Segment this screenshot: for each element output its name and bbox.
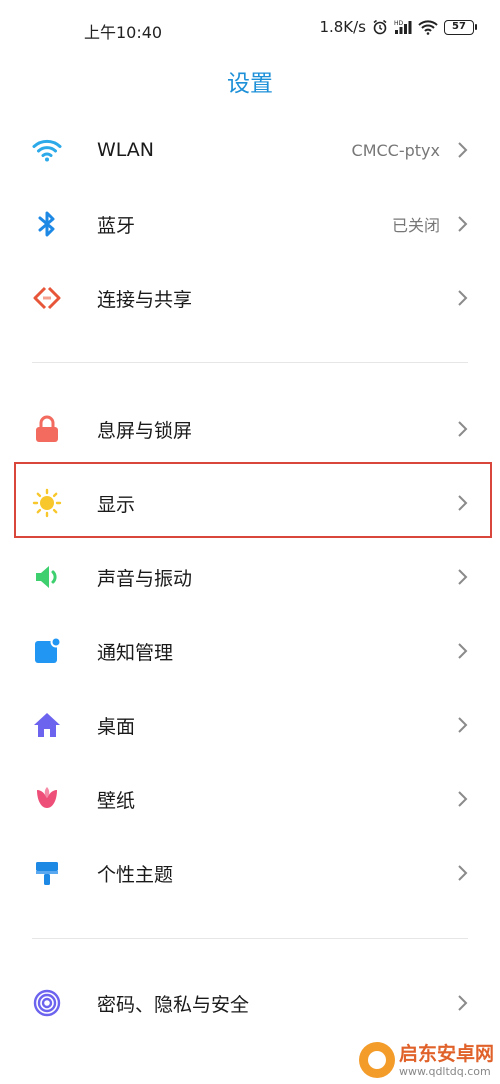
home-icon xyxy=(32,710,62,740)
chevron-right-icon xyxy=(458,791,468,807)
settings-item-value: 已关闭 xyxy=(391,216,440,235)
section-divider xyxy=(32,362,468,363)
settings-item-label: 息屏与锁屏 xyxy=(97,419,193,442)
chevron-right-icon xyxy=(458,995,468,1011)
svg-text:HD: HD xyxy=(394,20,404,27)
chevron-right-icon xyxy=(458,290,468,306)
watermark-logo xyxy=(358,1042,395,1078)
bluetooth-icon xyxy=(32,209,62,239)
settings-item-lock-screen[interactable]: 息屏与锁屏 xyxy=(0,392,500,466)
watermark-title: 启东安卓网 xyxy=(398,1042,494,1065)
settings-item-wlan[interactable]: WLAN CMCC-ptyx xyxy=(0,113,500,187)
settings-item-label: 声音与振动 xyxy=(97,567,193,590)
settings-item-label: 蓝牙 xyxy=(97,214,136,237)
speaker-icon xyxy=(32,562,62,592)
status-time: 上午10:40 xyxy=(84,23,163,42)
settings-item-connection-share[interactable]: 连接与共享 xyxy=(0,261,500,335)
chevron-right-icon xyxy=(458,421,468,437)
chevron-right-icon xyxy=(458,142,468,158)
settings-item-label: 桌面 xyxy=(97,715,136,738)
chevron-right-icon xyxy=(458,569,468,585)
settings-item-label: 密码、隐私与安全 xyxy=(97,993,250,1016)
settings-item-sound[interactable]: 声音与振动 xyxy=(0,540,500,614)
connection-share-icon xyxy=(32,283,62,313)
settings-item-themes[interactable]: 个性主题 xyxy=(0,836,500,910)
settings-item-home-screen[interactable]: 桌面 xyxy=(0,688,500,762)
page-title: 设置 xyxy=(227,71,273,97)
settings-item-label: 连接与共享 xyxy=(97,288,193,311)
battery-icon: 57 xyxy=(444,19,477,35)
chevron-right-icon xyxy=(458,865,468,881)
status-icons: 1.8K/s HD 57 xyxy=(319,18,477,36)
lock-icon xyxy=(32,414,62,444)
alarm-icon xyxy=(373,19,387,35)
chevron-right-icon xyxy=(458,216,468,232)
highlight-box xyxy=(14,462,492,538)
settings-item-notifications[interactable]: 通知管理 xyxy=(0,614,500,688)
settings-item-label: 壁纸 xyxy=(97,789,136,812)
settings-item-label: WLAN xyxy=(97,139,155,161)
settings-item-label: 通知管理 xyxy=(97,641,174,664)
settings-item-password-privacy[interactable]: 密码、隐私与安全 xyxy=(0,966,500,1040)
wifi-status-icon xyxy=(418,20,438,35)
watermark: 启东安卓网 www.qdltdq.com xyxy=(358,1042,494,1078)
notification-icon xyxy=(32,636,62,666)
settings-item-bluetooth[interactable]: 蓝牙 已关闭 xyxy=(0,187,500,261)
battery-level: 57 xyxy=(452,21,466,32)
settings-item-value: CMCC-ptyx xyxy=(351,140,440,160)
paint-brush-icon xyxy=(32,858,62,888)
fingerprint-icon xyxy=(32,988,62,1018)
chevron-right-icon xyxy=(458,717,468,733)
wifi-icon xyxy=(32,135,62,165)
status-bar: 上午10:40 1.8K/s HD 57 xyxy=(0,0,500,58)
watermark-url: www.qdltdq.com xyxy=(398,1064,491,1078)
section-divider xyxy=(32,938,468,939)
network-speed: 1.8K/s xyxy=(319,18,366,36)
chevron-right-icon xyxy=(458,643,468,659)
settings-item-wallpaper[interactable]: 壁纸 xyxy=(0,762,500,836)
settings-item-label: 个性主题 xyxy=(97,863,174,886)
cellular-signal-icon: HD xyxy=(394,20,412,34)
tulip-icon xyxy=(32,784,62,814)
